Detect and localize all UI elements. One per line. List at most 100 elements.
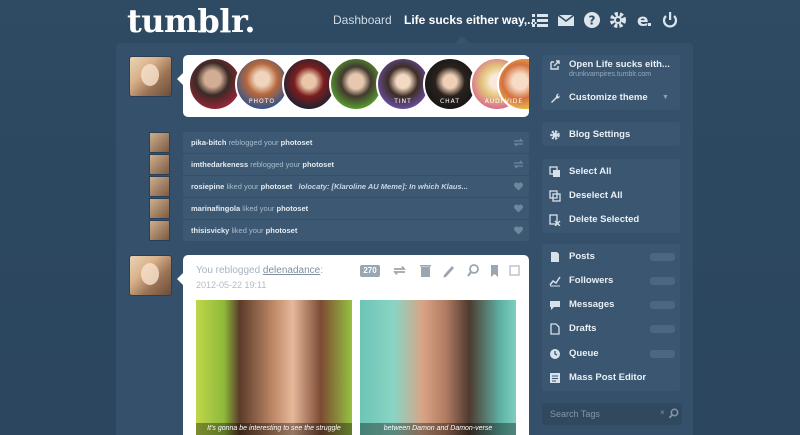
messages-icon <box>550 301 560 310</box>
activity-row[interactable]: rosiepine liked your photoset lolocaty: … <box>183 176 529 197</box>
activity-action: liked your <box>226 182 259 191</box>
reblog-icon[interactable] <box>392 263 407 278</box>
queue-label: Queue <box>569 348 599 359</box>
queue-icon[interactable] <box>507 263 522 278</box>
wrench-icon <box>551 93 561 103</box>
bookmark-icon[interactable] <box>487 263 502 278</box>
help-icon[interactable]: ? <box>582 10 602 30</box>
open-blog-link[interactable]: Open Life sucks eith... <box>549 58 670 72</box>
sidebar-item-posts[interactable]: Posts <box>549 250 595 264</box>
quote-post-circle[interactable] <box>282 57 336 111</box>
followers-label: Followers <box>569 275 614 286</box>
mail-icon[interactable] <box>556 10 576 30</box>
external-link-icon <box>550 60 560 70</box>
customize-theme-link[interactable]: Customize theme <box>549 91 648 105</box>
activity-object[interactable]: photoset <box>276 204 308 213</box>
delete-icon[interactable] <box>418 263 433 278</box>
circle-label: CHAT <box>439 98 460 105</box>
followers-count-badge <box>650 277 675 285</box>
post-header-colon: : <box>320 265 323 276</box>
deselect-all-button[interactable]: Deselect All <box>549 189 623 203</box>
activity-user[interactable]: rosiepine <box>191 182 224 191</box>
tint-post-circle[interactable]: TINT <box>376 57 430 111</box>
edit-pencil-icon[interactable] <box>441 263 456 278</box>
drafts-label: Drafts <box>569 323 597 334</box>
activity-row[interactable]: thisisvicky liked your photoset <box>183 220 529 241</box>
activity-row[interactable]: marinafingola liked your photoset <box>183 198 529 219</box>
activity-row[interactable]: pika-bitch reblogged your photoset <box>183 132 529 153</box>
activity-object[interactable]: photoset <box>302 160 334 169</box>
user-avatar[interactable] <box>129 56 172 97</box>
svg-text:?: ? <box>589 14 596 28</box>
card-arrow <box>177 273 183 285</box>
chevron-down-icon[interactable]: ▼ <box>662 94 669 101</box>
circle-label: TINT <box>394 98 412 105</box>
blog-settings-link[interactable]: Blog Settings <box>549 128 630 142</box>
clear-icon[interactable]: × <box>660 408 665 417</box>
delete-selected-label: Delete Selected <box>569 214 640 225</box>
nav-pointer <box>455 36 469 43</box>
list-icon[interactable] <box>530 10 550 30</box>
customize-label: Customize theme <box>569 92 648 103</box>
activity-avatar[interactable] <box>149 176 170 197</box>
mass-editor-icon <box>550 373 560 383</box>
search-icon[interactable] <box>466 263 481 278</box>
post-source-link[interactable]: delenadance <box>263 265 320 276</box>
search-tags-input[interactable] <box>550 407 650 421</box>
select-all-button[interactable]: Select All <box>549 165 611 179</box>
activity-avatar[interactable] <box>149 154 170 175</box>
activity-row[interactable]: imthedarkeness reblogged your photoset <box>183 154 529 175</box>
activity-object[interactable]: photoset <box>266 226 298 235</box>
delete-selected-button[interactable]: Delete Selected <box>549 213 639 227</box>
activity-action: reblogged your <box>228 138 279 147</box>
deselect-all-label: Deselect All <box>569 190 623 201</box>
gear-icon[interactable] <box>608 10 628 30</box>
chart-icon <box>549 276 561 287</box>
activity-avatar[interactable] <box>149 198 170 219</box>
post-photo-left[interactable]: It's gonna be interesting to see the str… <box>196 300 352 435</box>
sidebar-item-queue[interactable]: Queue <box>549 347 599 361</box>
activity-object[interactable]: photoset <box>261 182 293 191</box>
mass-editor-label: Mass Post Editor <box>569 372 647 383</box>
search-icon[interactable] <box>668 408 679 419</box>
delete-selected-icon <box>549 214 561 226</box>
activity-excerpt[interactable]: lolocaty: [Klaroline AU Meme]: In which … <box>299 182 468 191</box>
sidebar-item-mass-editor[interactable]: Mass Post Editor <box>549 371 646 385</box>
svg-text:e: e <box>637 11 649 30</box>
activity-user[interactable]: imthedarkeness <box>191 160 248 169</box>
queue-count-badge <box>650 350 675 358</box>
open-blog-label: Open Life sucks eith... <box>569 59 670 70</box>
sidebar-item-followers[interactable]: Followers <box>549 274 613 288</box>
heart-icon <box>514 204 523 213</box>
photo-post-circle[interactable]: PHOTO <box>235 57 289 111</box>
dashboard-link[interactable]: Dashboard <box>333 13 392 27</box>
activity-user[interactable]: pika-bitch <box>191 138 226 147</box>
posts-label: Posts <box>569 251 595 262</box>
text-post-circle[interactable] <box>188 57 242 111</box>
blog-url: drunkvampires.tumblr.com <box>569 71 652 78</box>
select-all-icon <box>549 166 560 177</box>
activity-user[interactable]: marinafingola <box>191 204 240 213</box>
post-date[interactable]: 2012-05-22 19:11 <box>196 280 266 290</box>
edit-icon[interactable]: e <box>634 10 654 31</box>
activity-avatar[interactable] <box>149 132 170 153</box>
link-post-circle[interactable] <box>329 57 383 111</box>
sidebar-item-messages[interactable]: Messages <box>549 298 614 312</box>
chat-post-circle[interactable]: CHAT <box>423 57 477 111</box>
power-icon[interactable] <box>660 10 680 30</box>
post-avatar[interactable] <box>129 255 172 296</box>
tumblr-logo[interactable]: tumblr. <box>127 2 256 40</box>
activity-object[interactable]: photoset <box>281 138 313 147</box>
activity-user[interactable]: thisisvicky <box>191 226 229 235</box>
activity-action: liked your <box>242 204 275 213</box>
activity-avatar[interactable] <box>149 220 170 241</box>
messages-count-badge <box>650 301 675 309</box>
post-prefix: You reblogged <box>196 265 261 276</box>
select-all-label: Select All <box>569 166 612 177</box>
sidebar-item-drafts[interactable]: Drafts <box>549 322 596 336</box>
activity-action: liked your <box>231 226 264 235</box>
post-photo-right[interactable]: between Damon and Damon-verse <box>360 300 516 435</box>
photo-caption-right: between Damon and Damon-verse <box>360 423 516 435</box>
blog-title-link[interactable]: Life sucks either way,... <box>404 13 537 27</box>
note-count[interactable]: 270 <box>360 265 380 277</box>
